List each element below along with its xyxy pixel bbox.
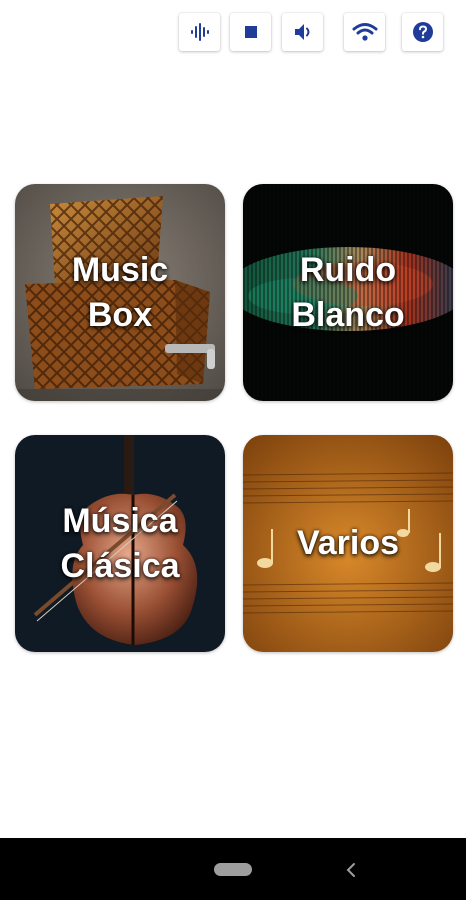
volume-button[interactable] bbox=[282, 13, 323, 51]
white-noise-label: Ruido Blanco bbox=[291, 250, 405, 334]
sound-wave-icon bbox=[190, 23, 209, 41]
white-noise-card[interactable]: Ruido Blanco bbox=[243, 184, 453, 401]
music-box-label: Music Box bbox=[71, 250, 169, 334]
stop-square-icon bbox=[244, 26, 257, 38]
help-button[interactable] bbox=[402, 13, 443, 51]
wifi-button[interactable] bbox=[344, 13, 385, 51]
speaker-icon bbox=[294, 24, 309, 40]
wifi-icon bbox=[352, 23, 377, 41]
music-box-card[interactable]: Music Box bbox=[15, 184, 225, 401]
classical-music-card[interactable]: Música Clásica bbox=[15, 435, 225, 652]
various-card[interactable]: Varios bbox=[243, 435, 453, 652]
help-circle-icon bbox=[412, 22, 433, 42]
home-pill-icon[interactable] bbox=[214, 863, 252, 876]
system-navigation-bar bbox=[0, 838, 466, 900]
voice-wave-button[interactable] bbox=[179, 13, 220, 51]
classical-music-label: Música Clásica bbox=[60, 501, 180, 585]
back-chevron-icon[interactable] bbox=[344, 861, 358, 879]
various-label: Varios bbox=[296, 524, 400, 562]
stop-button[interactable] bbox=[230, 13, 271, 51]
